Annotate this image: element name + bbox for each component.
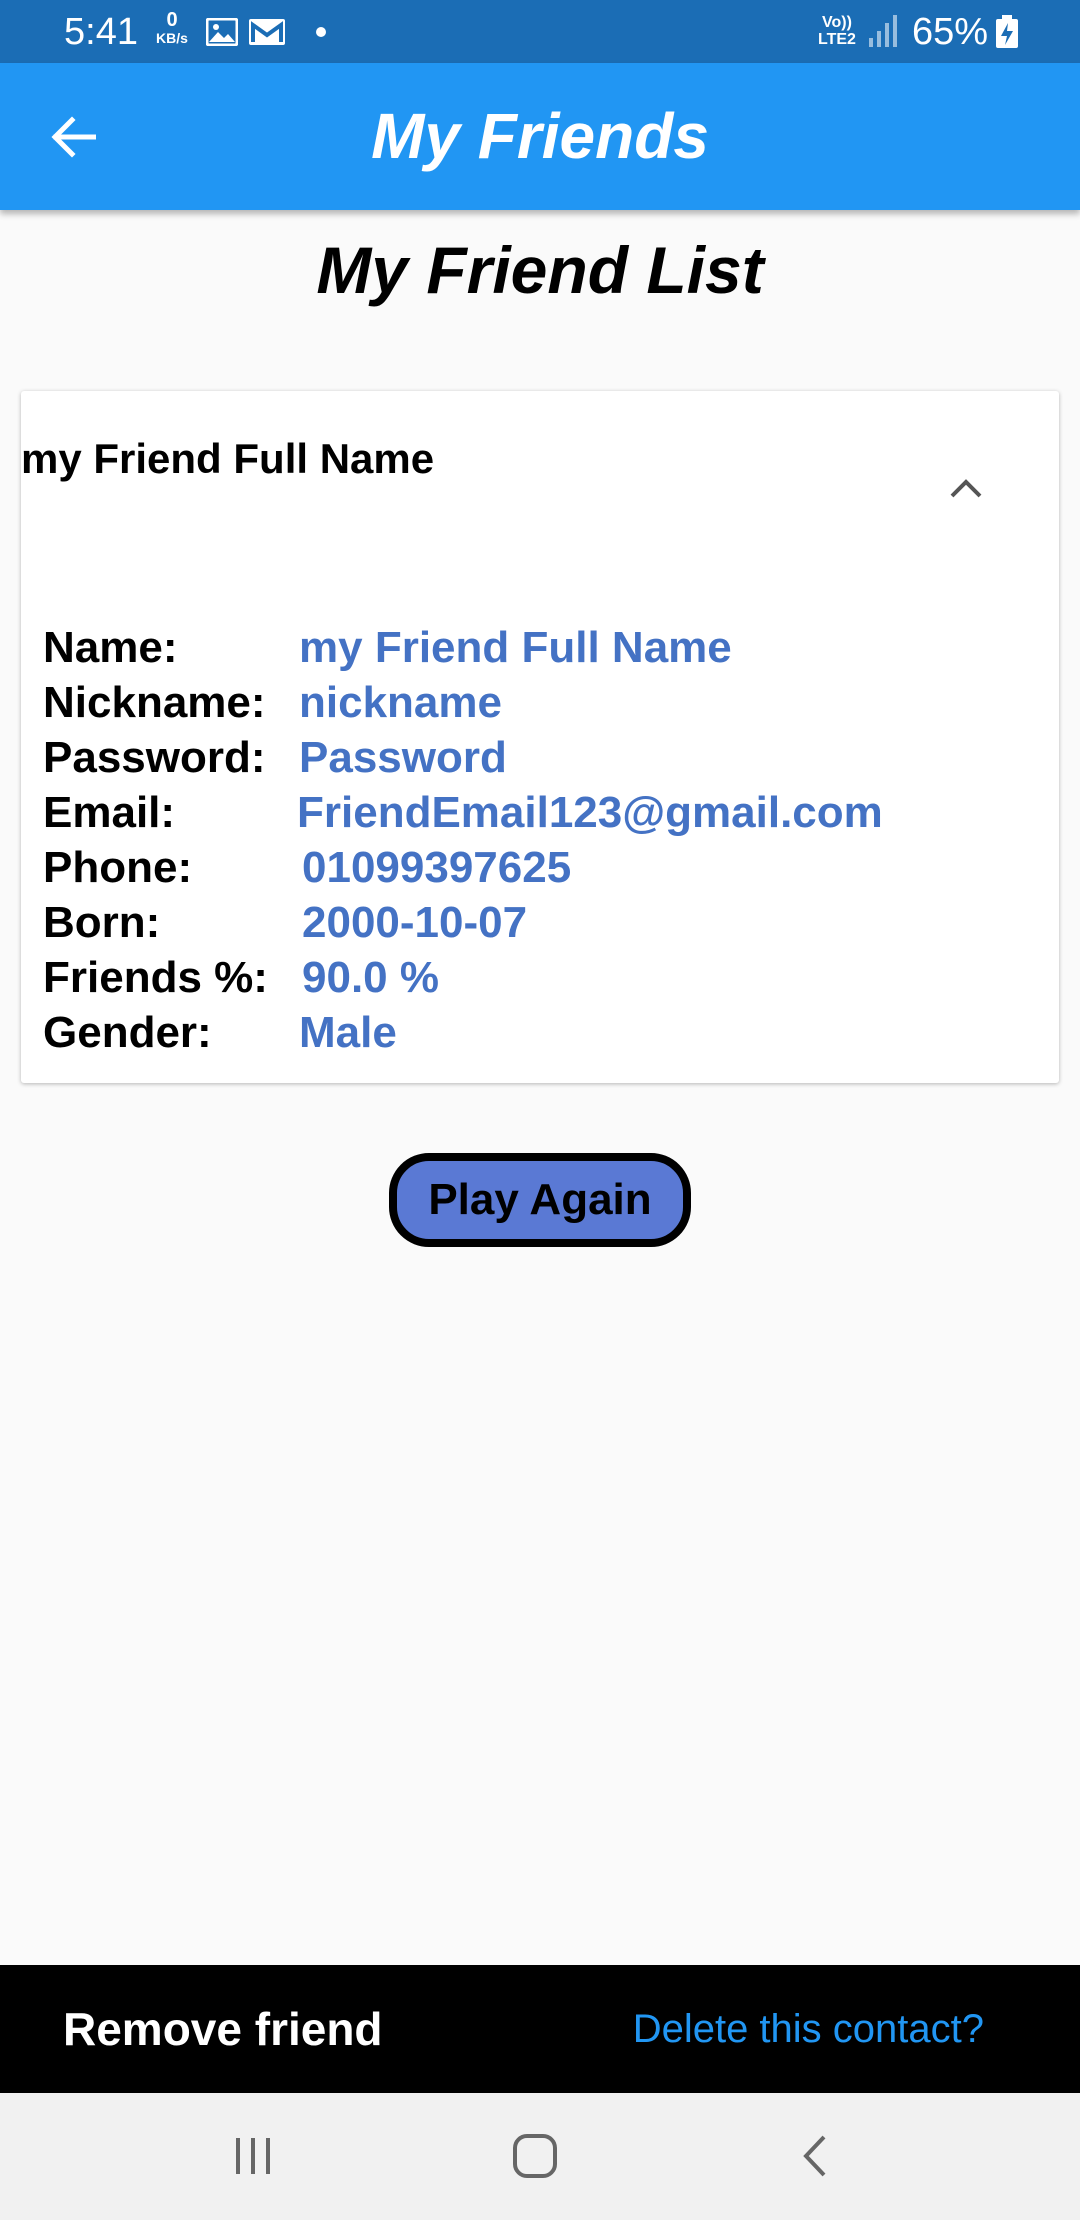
app-bar: My Friends bbox=[0, 63, 1080, 210]
notification-dot-icon bbox=[316, 27, 326, 37]
detail-value: 01099397625 bbox=[302, 843, 572, 892]
home-button[interactable] bbox=[480, 2113, 590, 2199]
detail-value: 90.0 % bbox=[302, 953, 439, 1002]
battery-percent: 65% bbox=[912, 11, 989, 53]
detail-label: Born: bbox=[43, 898, 161, 947]
system-nav-bar bbox=[0, 2093, 1080, 2220]
snackbar-message: Remove friend bbox=[63, 2003, 383, 2055]
detail-label: Nickname: bbox=[43, 678, 266, 727]
play-again-button[interactable]: Play Again bbox=[389, 1153, 691, 1247]
gallery-icon bbox=[206, 18, 238, 46]
battery-charging-icon bbox=[996, 15, 1018, 48]
network-volte: Vo)) bbox=[822, 14, 852, 31]
detail-value: FriendEmail123@gmail.com bbox=[297, 788, 883, 837]
data-speed-unit: KB/s bbox=[156, 30, 188, 46]
home-icon bbox=[513, 2134, 557, 2178]
arrow-left-icon bbox=[51, 116, 96, 158]
back-icon bbox=[803, 2135, 826, 2177]
friend-card-header[interactable]: my Friend Full Name bbox=[21, 391, 1059, 571]
status-bar: 5:41 0 KB/s Vo)) LTE2 65% bbox=[0, 0, 1080, 63]
detail-label: Phone: bbox=[43, 843, 193, 892]
back-button[interactable] bbox=[40, 107, 106, 167]
detail-value: Password bbox=[299, 733, 507, 782]
detail-value: 2000-10-07 bbox=[302, 898, 528, 947]
detail-label: Password: bbox=[43, 733, 266, 782]
page-heading: My Friend List bbox=[316, 233, 764, 307]
detail-row-name: Name: my Friend Full Name bbox=[43, 620, 1043, 675]
detail-label: Email: bbox=[43, 788, 176, 837]
notification-icons bbox=[206, 14, 326, 50]
detail-value: nickname bbox=[299, 678, 502, 727]
detail-value: my Friend Full Name bbox=[299, 623, 732, 672]
gmail-icon bbox=[249, 19, 285, 45]
detail-label: Gender: bbox=[43, 1008, 212, 1057]
detail-row-password: Password: Password bbox=[43, 730, 1043, 785]
detail-row-gender: Gender: Male bbox=[43, 1005, 1043, 1060]
recents-icon bbox=[236, 2138, 270, 2174]
network-indicator: Vo)) LTE2 bbox=[818, 14, 856, 48]
data-speed-indicator: 0 KB/s bbox=[152, 10, 192, 46]
snackbar: Remove friend Delete this contact? bbox=[0, 1965, 1080, 2093]
detail-row-friends-percent: Friends %: 90.0 % bbox=[43, 950, 1043, 1005]
network-lte: LTE2 bbox=[818, 31, 856, 48]
detail-row-email: Email: FriendEmail123@gmail.com bbox=[43, 785, 1043, 840]
chevron-up-icon[interactable] bbox=[941, 467, 991, 507]
detail-label: Friends %: bbox=[43, 953, 268, 1002]
signal-icon bbox=[869, 15, 897, 47]
delete-contact-action[interactable]: Delete this contact? bbox=[633, 1965, 984, 2093]
detail-row-nickname: Nickname: nickname bbox=[43, 675, 1043, 730]
friend-card: my Friend Full Name Name: my Friend Full… bbox=[21, 391, 1059, 1083]
detail-value: Male bbox=[299, 1008, 397, 1057]
detail-label: Name: bbox=[43, 623, 178, 672]
app-title: My Friends bbox=[371, 100, 709, 172]
data-speed-value: 0 bbox=[166, 9, 178, 31]
nav-back-button[interactable] bbox=[760, 2113, 870, 2199]
friend-card-title: my Friend Full Name bbox=[21, 435, 435, 482]
detail-row-born: Born: 2000-10-07 bbox=[43, 895, 1043, 950]
detail-row-phone: Phone: 01099397625 bbox=[43, 840, 1043, 895]
recents-button[interactable] bbox=[198, 2113, 308, 2199]
status-time: 5:41 bbox=[64, 11, 138, 53]
